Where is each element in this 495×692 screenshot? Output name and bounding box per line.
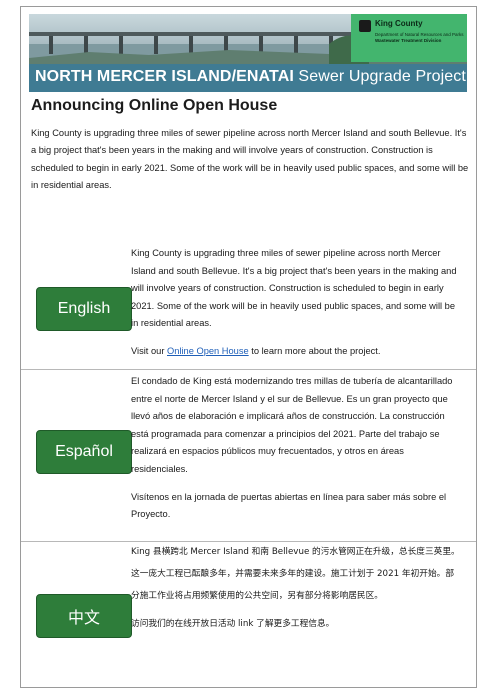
chinese-button[interactable]: 中文 <box>36 594 132 638</box>
english-visit-prefix: Visit our <box>131 345 167 356</box>
english-button[interactable]: English <box>36 287 132 331</box>
online-open-house-link[interactable]: Online Open House <box>167 346 249 356</box>
english-body: King County is upgrading three miles of … <box>131 248 457 329</box>
chinese-section-text: King 县横跨北 Mercer Island 和南 Bellevue 的污水管… <box>131 541 461 635</box>
intro-paragraph: King County is upgrading three miles of … <box>31 128 469 191</box>
king-county-logo: King County Department of Natural Resour… <box>351 14 467 62</box>
project-title-rest: Sewer Upgrade Project <box>293 68 466 85</box>
project-title-bold: NORTH MERCER ISLAND/ENATAI <box>35 68 294 85</box>
project-title: NORTH MERCER ISLAND/ENATAI Sewer Upgrade… <box>35 68 466 86</box>
spanish-section-text: El condado de King está modernizando tre… <box>131 373 461 524</box>
king-county-crown-icon <box>359 20 371 32</box>
header-banner: King County Department of Natural Resour… <box>29 14 467 92</box>
section-divider <box>21 369 476 370</box>
espanol-button[interactable]: Español <box>36 430 132 474</box>
english-visit-suffix: to learn more about the project. <box>248 345 381 356</box>
email-frame: King County Department of Natural Resour… <box>20 6 477 688</box>
logo-department: Department of Natural Resources and Park… <box>375 32 464 37</box>
english-section-text: King County is upgrading three miles of … <box>131 245 461 361</box>
chinese-visit-line: 访问我们的在线开放日活动 link 了解更多工程信息。 <box>131 619 335 629</box>
english-visit-line: Visit our Online Open House to learn mor… <box>131 343 461 361</box>
spanish-visit-line: Visítenos en la jornada de puertas abier… <box>131 491 447 520</box>
page-title: Announcing Online Open House <box>31 97 278 114</box>
logo-division: Wastewater Treatment Division <box>375 38 442 43</box>
logo-name: King County <box>375 19 423 28</box>
spanish-body: El condado de King está modernizando tre… <box>131 376 453 474</box>
chinese-body: King 县横跨北 Mercer Island 和南 Bellevue 的污水管… <box>131 547 460 601</box>
